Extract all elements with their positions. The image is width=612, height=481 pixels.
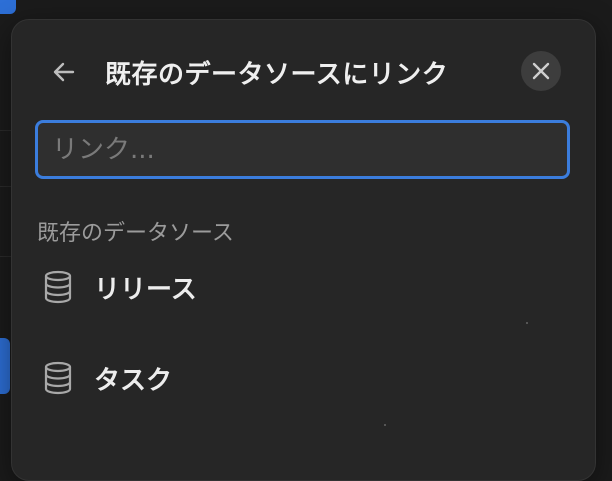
dialog-header: 既存のデータソースにリンク: [12, 20, 595, 120]
section-label: 既存のデータソース: [37, 221, 234, 246]
list-item-tasks[interactable]: タスク: [26, 343, 581, 413]
list-item-releases[interactable]: リリース: [26, 252, 581, 322]
database-icon: [38, 267, 78, 307]
list-item-label: リリース: [94, 274, 197, 305]
back-button[interactable]: [48, 56, 80, 88]
artifact-dot: [384, 424, 386, 426]
dialog-title: 既存のデータソースにリンク: [105, 60, 449, 90]
database-icon: [38, 358, 78, 398]
link-search-input[interactable]: [35, 120, 570, 179]
arrow-left-icon: [53, 62, 75, 82]
list-item-label: タスク: [94, 365, 173, 396]
link-datasource-dialog: 既存のデータソースにリンク 既存のデータソース リリース: [11, 19, 596, 481]
search-container: [35, 120, 570, 179]
background-accent-top: [0, 0, 16, 14]
artifact-dot: [526, 322, 528, 324]
close-button[interactable]: [521, 51, 561, 91]
close-icon: [532, 62, 550, 80]
background-accent-left: [0, 338, 10, 394]
